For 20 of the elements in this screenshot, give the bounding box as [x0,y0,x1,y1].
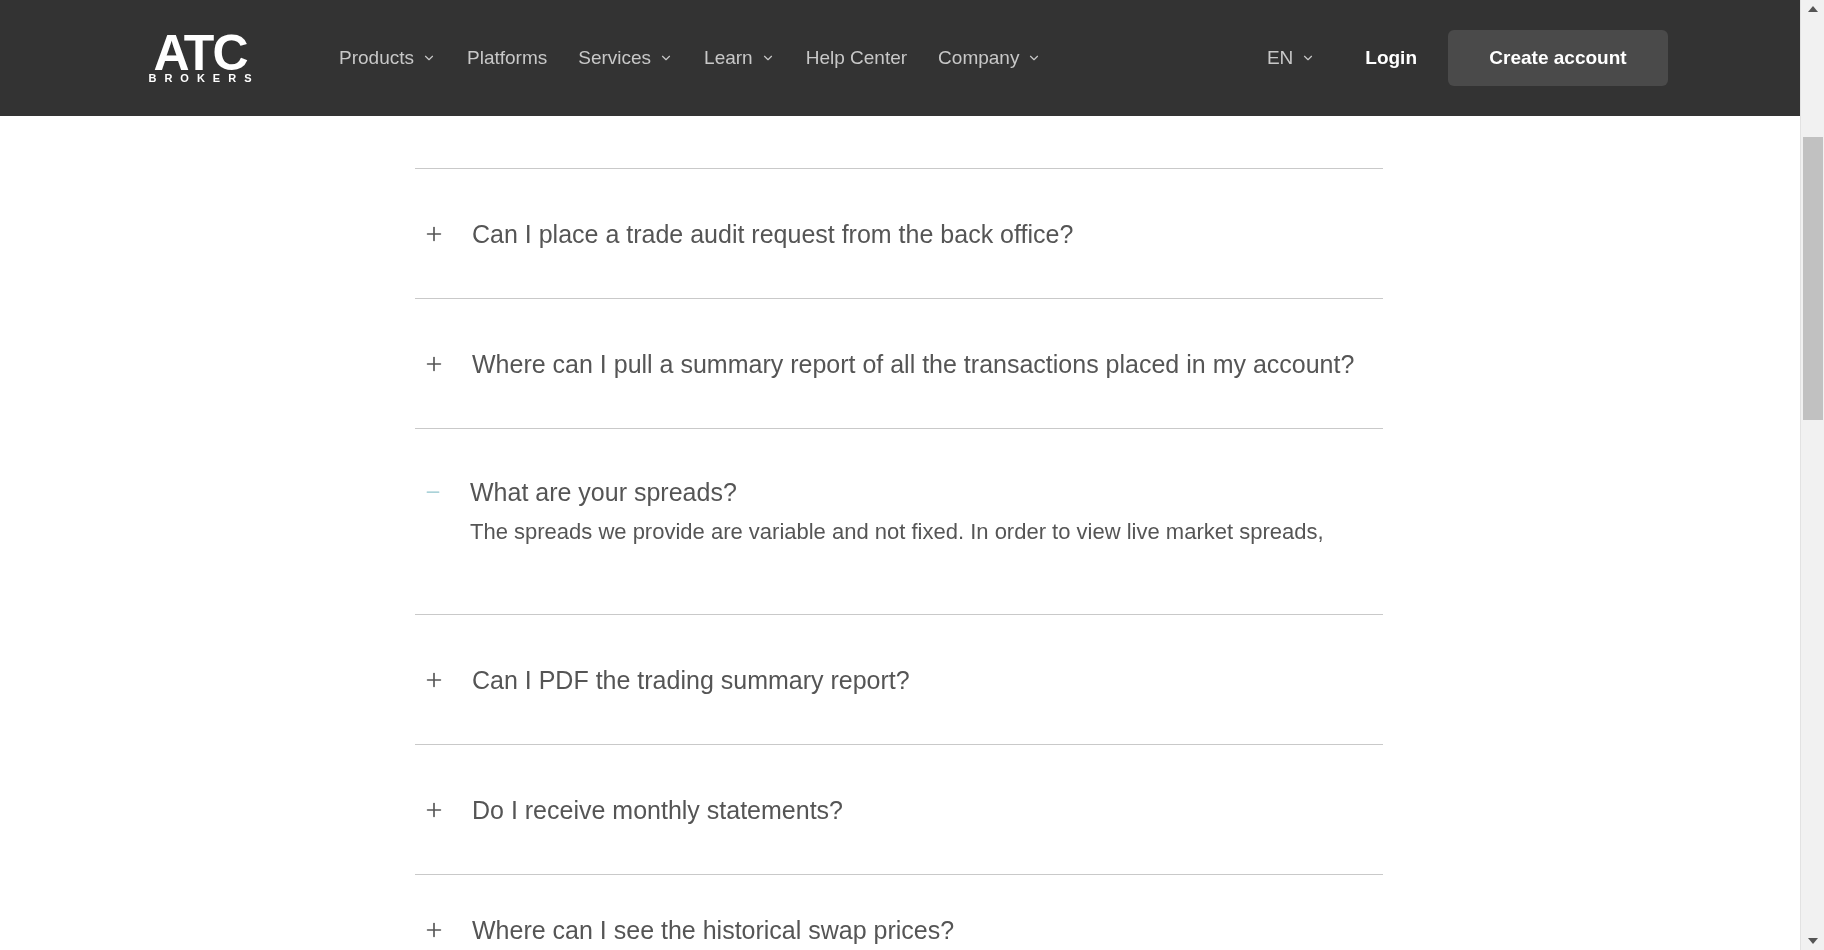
faq-question[interactable]: Where can I pull a summary report of all the transactions placed in my account? [472,349,1355,379]
language-selector[interactable]: EN [1266,43,1316,73]
nav-link[interactable]: Company [938,43,1042,73]
nav-link[interactable]: Platforms [467,43,548,73]
nav-link[interactable]: Help Center [805,43,908,73]
faq-question[interactable]: Do I receive monthly statements? [472,795,843,825]
nav-link[interactable]: Learn [704,43,775,73]
nav-link[interactable]: Products [339,43,436,73]
faq-question[interactable]: Can I place a trade audit request from the back office? [472,219,1074,249]
login-link[interactable]: Login [1365,43,1417,73]
scroll-up-icon[interactable] [1807,6,1818,12]
scrollbar-thumb[interactable] [1802,136,1823,420]
faq-question[interactable]: Can I PDF the trading summary report? [472,665,910,695]
faq-answer: The spreads we provide are variable and not fixed. In order to view live market spreads, [470,519,1324,545]
faq-question[interactable]: What are your spreads? [470,477,1324,507]
nav-link[interactable]: Services [578,43,674,73]
scrollbar[interactable] [1800,0,1824,950]
create-account-button[interactable]: Create account [1448,30,1668,86]
faq-question[interactable]: Where can I see the historical swap prices? [472,915,955,945]
scroll-down-icon[interactable] [1807,938,1818,944]
